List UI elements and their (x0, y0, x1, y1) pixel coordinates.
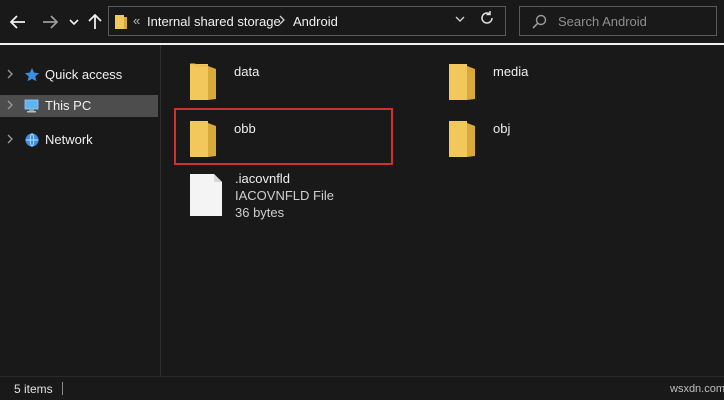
sidebar-item-this-pc[interactable]: This PC (0, 95, 158, 117)
breadcrumb-internal-storage[interactable]: Internal shared storage (147, 14, 281, 29)
pane-divider[interactable] (160, 45, 161, 376)
chevron-down-icon (455, 16, 465, 22)
sidebar-item-label: Network (45, 132, 93, 147)
file-type: IACOVNFLD File (235, 188, 334, 203)
breadcrumb-separator-icon (279, 13, 285, 28)
breadcrumb-android[interactable]: Android (293, 14, 338, 29)
item-name: media (493, 64, 529, 79)
refresh-icon (481, 11, 493, 24)
forward-button[interactable] (40, 12, 60, 32)
item-name: obj (493, 121, 511, 136)
file-icon (189, 173, 223, 220)
computer-icon (24, 98, 40, 114)
star-icon (24, 67, 40, 83)
search-box[interactable]: Search Android (519, 6, 717, 36)
item-count: 5 items (14, 382, 53, 396)
sidebar-item-label: Quick access (45, 67, 123, 82)
up-button[interactable] (85, 12, 105, 32)
folder-icon (447, 117, 477, 162)
expand-chevron-icon[interactable] (7, 69, 13, 82)
chevron-down-icon (69, 18, 79, 25)
folder-icon (447, 60, 477, 105)
refresh-button[interactable] (479, 10, 495, 31)
expand-chevron-icon[interactable] (7, 100, 13, 113)
breadcrumb-overflow[interactable]: « (133, 13, 140, 28)
navigation-pane: Quick access This PC Network (0, 45, 160, 376)
recent-locations-button[interactable] (64, 12, 84, 32)
arrow-right-icon (43, 15, 58, 29)
folder-icon (115, 15, 127, 32)
item-name: data (234, 64, 260, 79)
sidebar-item-quick-access[interactable]: Quick access (0, 64, 158, 86)
highlight-box (174, 108, 393, 165)
address-dropdown-button[interactable] (455, 14, 465, 26)
network-icon (24, 132, 40, 148)
search-icon (532, 14, 547, 32)
folder-icon (188, 60, 218, 105)
title-toolbar: « Internal shared storage Android Search… (0, 0, 724, 43)
sidebar-item-network[interactable]: Network (0, 129, 158, 151)
item-name: .iacovnfld (235, 171, 290, 186)
status-separator (62, 382, 63, 395)
search-placeholder: Search Android (558, 14, 647, 29)
watermark: wsxdn.com (670, 383, 724, 395)
sidebar-item-label: This PC (45, 98, 92, 113)
file-size: 36 bytes (235, 205, 285, 220)
address-bar[interactable]: « Internal shared storage Android (108, 6, 506, 36)
arrow-up-icon (88, 14, 102, 29)
back-button[interactable] (8, 12, 28, 32)
status-bar: 5 items wsxdn.com (0, 376, 724, 400)
expand-chevron-icon[interactable] (7, 134, 13, 147)
arrow-left-icon (10, 15, 25, 29)
